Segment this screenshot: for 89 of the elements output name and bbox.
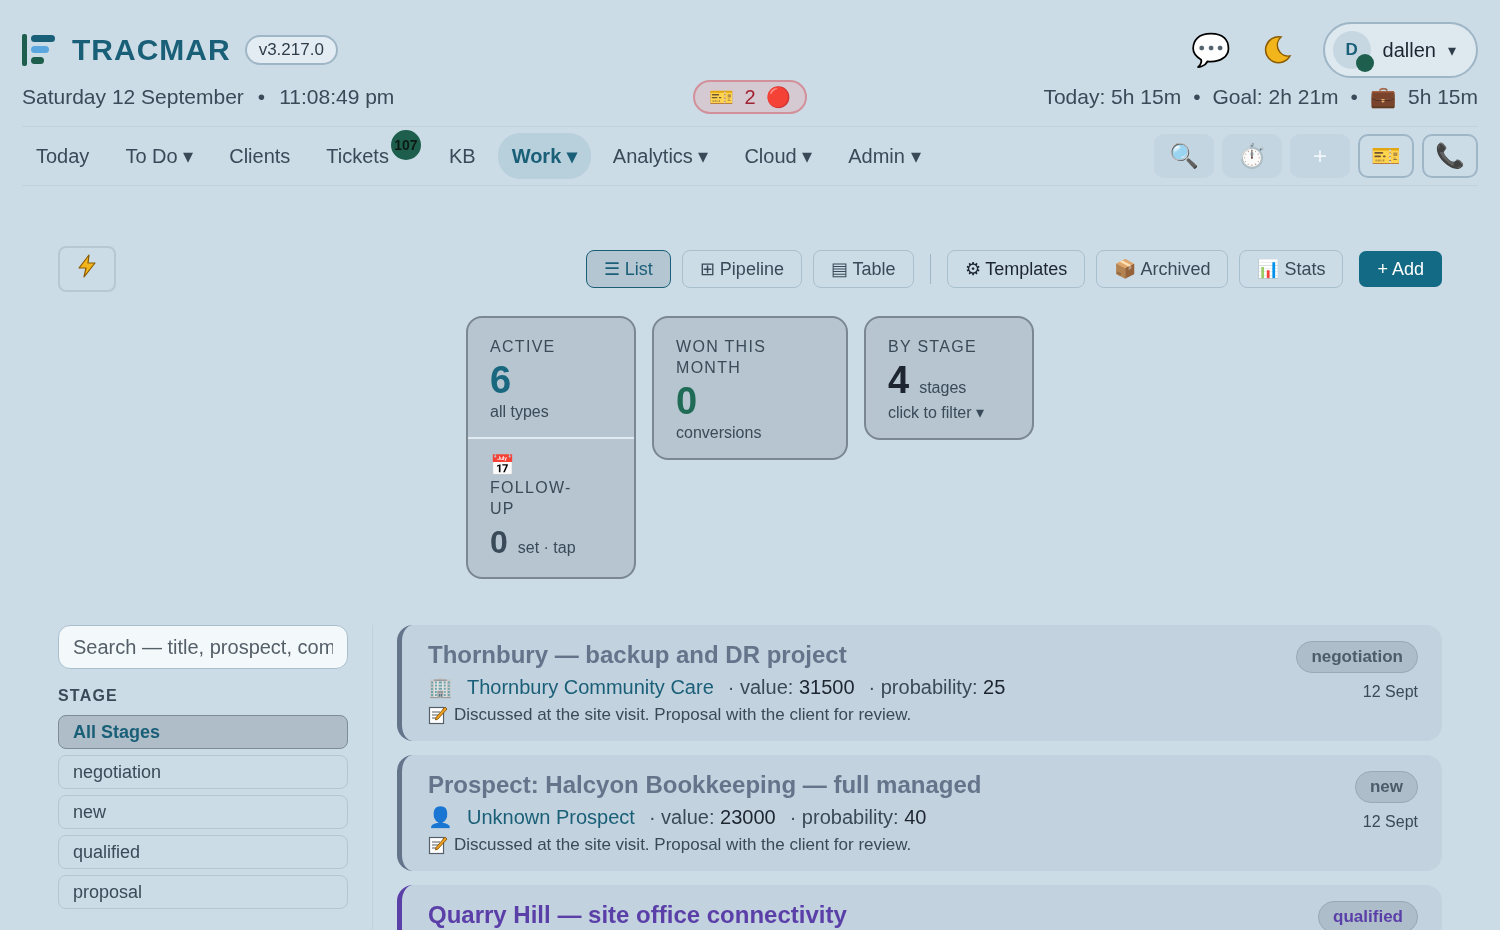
toolbar-button[interactable]: 📦 Archived xyxy=(1096,250,1229,288)
app-name: TRACMAR xyxy=(72,33,231,67)
user-name: dallen xyxy=(1382,38,1436,62)
deal-date: 12 Sept xyxy=(1362,683,1418,701)
nav-tab[interactable]: Clients xyxy=(215,133,305,179)
time-stat: 5h 15m xyxy=(1407,85,1478,109)
nav-tab[interactable]: Work ▾ xyxy=(497,133,591,179)
stage-badge: negotiation xyxy=(1296,641,1418,673)
stat-value: 6 xyxy=(490,358,513,403)
deal-card[interactable]: Thornbury — backup and DR project 🏢 Thornbury Community Care · value: 31500 · probability: 25 Discussed at the site visit. Proposal with the client for review. negotiation 12 Sept xyxy=(397,625,1442,741)
probability-field: · probability: 25 xyxy=(868,676,1006,699)
value-field: · value: 23000 xyxy=(648,806,776,829)
stage-filter[interactable]: qualified xyxy=(58,835,348,869)
stat-label: BY STAGE xyxy=(888,337,978,357)
stat-value: 0 xyxy=(676,379,699,424)
client-link[interactable]: Thornbury Community Care xyxy=(467,676,714,699)
deal-title: Thornbury — backup and DR project xyxy=(428,641,848,669)
ticket-alert[interactable]: 🎫 2 🔴 xyxy=(693,80,807,114)
separator-dot: • xyxy=(257,85,266,109)
search-button[interactable]: 🔍 xyxy=(1154,134,1214,178)
memo-icon xyxy=(428,705,448,725)
separator-dot: • xyxy=(1193,85,1201,109)
view-tab[interactable]: ☰ List xyxy=(585,250,671,288)
toolbar-button[interactable]: 📊 Stats xyxy=(1239,250,1344,288)
briefcase-icon: 💼 xyxy=(1369,85,1396,109)
stage-filter[interactable]: All Stages xyxy=(58,715,348,749)
nav-tab[interactable]: Analytics ▾ xyxy=(598,133,723,179)
view-tab[interactable]: ▤ Table xyxy=(812,250,914,288)
stat-label: WON THIS MONTH xyxy=(676,337,768,378)
nav-tab[interactable]: Admin ▾ xyxy=(834,133,935,179)
time-stat: Goal: 2h 21m xyxy=(1212,85,1339,109)
toolbar-button[interactable]: ⚙ Templates xyxy=(946,250,1086,288)
person-icon: 👤 xyxy=(428,805,453,829)
lightning-button[interactable] xyxy=(58,246,116,292)
filter-link[interactable]: click to filter ▾ xyxy=(888,403,1010,422)
ticket-icon: 🎫 xyxy=(709,85,735,109)
stat-card[interactable]: WON THIS MONTH 0 conversions xyxy=(652,316,848,460)
building-icon: 🏢 xyxy=(428,675,453,699)
clock-text: 11:08:49 pm xyxy=(279,85,395,109)
alert-dot-icon: 🔴 xyxy=(765,85,791,109)
deal-card[interactable]: Quarry Hill — site office connectivity qualified xyxy=(397,885,1442,930)
client-link[interactable]: Unknown Prospect xyxy=(467,806,635,829)
stat-caption: set · tap xyxy=(517,539,576,557)
note-text: Discussed at the site visit. Proposal with the client for review. xyxy=(454,705,912,725)
timer-button[interactable]: ⏱ xyxy=(1222,134,1282,178)
caret-icon: ▾ xyxy=(1448,40,1456,60)
chat-icon[interactable]: 💬 xyxy=(1190,34,1231,66)
stat-caption: all types xyxy=(490,403,550,421)
view-tab[interactable]: ⊞ Pipeline xyxy=(681,250,802,288)
stage-badge: new xyxy=(1354,771,1418,803)
nav-tab[interactable]: Tickets xyxy=(312,133,391,179)
separator-dot: • xyxy=(1350,85,1358,109)
date-text: Saturday 12 September xyxy=(22,85,244,109)
user-menu[interactable]: D dallen ▾ xyxy=(1322,22,1478,78)
phone-button[interactable]: 📞 xyxy=(1422,134,1478,178)
ticket-count: 2 xyxy=(744,85,756,109)
stat-card[interactable]: ACTIVE 6 all types 📅 FOLLOW-UP 0 set · tap xyxy=(466,316,636,579)
deal-title: Prospect: Halcyon Bookkeeping — full managed xyxy=(428,771,982,799)
nav-tab[interactable]: Cloud ▾ xyxy=(730,133,827,179)
stage-filter[interactable]: negotiation xyxy=(58,755,348,789)
lightning-icon xyxy=(77,254,97,278)
memo-icon xyxy=(428,835,448,855)
stage-badge: qualified xyxy=(1318,901,1418,930)
section-heading: STAGE xyxy=(58,687,119,705)
stage-filter[interactable]: new xyxy=(58,795,348,829)
nav-tab[interactable]: To Do ▾ xyxy=(111,133,208,179)
stat-card[interactable]: BY STAGE 4 stages click to filter ▾ xyxy=(864,316,1034,440)
stat-caption: conversions xyxy=(676,424,763,442)
deal-card[interactable]: Prospect: Halcyon Bookkeeping — full managed 👤 Unknown Prospect · value: 23000 · probability: 40 Discussed at the site visit. Proposal with the client for review. new 12 Sept xyxy=(397,755,1442,871)
stat-caption: stages xyxy=(919,379,967,397)
version-badge: v3.217.0 xyxy=(244,35,338,65)
nav-tab[interactable]: KB xyxy=(434,133,490,179)
avatar: D xyxy=(1332,31,1371,69)
count-badge: 107 xyxy=(390,129,421,160)
stat-label: ACTIVE xyxy=(490,337,557,357)
time-stat: Today: 5h 15m xyxy=(1043,85,1182,109)
calendar-icon: 📅 xyxy=(490,453,612,477)
deal-date: 12 Sept xyxy=(1362,813,1418,831)
note-text: Discussed at the site visit. Proposal with the client for review. xyxy=(454,835,912,855)
deal-title: Quarry Hill — site office connectivity xyxy=(428,901,847,929)
logo-icon xyxy=(22,32,58,68)
probability-field: · probability: 40 xyxy=(789,806,927,829)
nav-tab[interactable]: Today xyxy=(22,133,104,179)
stat-value: 0 xyxy=(490,523,508,562)
value-field: · value: 31500 xyxy=(727,676,855,699)
stat-label: FOLLOW-UP xyxy=(490,478,573,519)
add-button[interactable]: + Add xyxy=(1359,251,1442,287)
stat-value: 4 xyxy=(888,358,910,403)
stage-filter[interactable]: proposal xyxy=(58,875,348,909)
